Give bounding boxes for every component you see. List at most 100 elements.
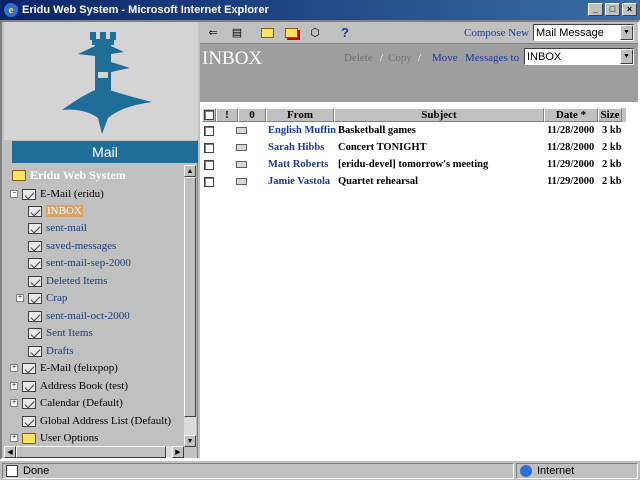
size-header[interactable]: Size <box>598 108 622 122</box>
scroll-up-icon[interactable]: ▲ <box>184 165 196 177</box>
scroll-thumb[interactable] <box>184 177 196 417</box>
tree-item-saved-messages[interactable]: saved-messages <box>28 238 116 254</box>
size-cell: 2 kb <box>602 142 622 153</box>
from-cell[interactable]: English Muffin <box>268 122 336 139</box>
tree-item-crap[interactable]: + Crap <box>16 290 68 306</box>
tree-item-sent-mail[interactable]: sent-mail <box>28 220 87 236</box>
system-name: Eridu Web System <box>30 167 126 182</box>
rename-folder-icon[interactable] <box>282 25 300 41</box>
new-folder-icon[interactable] <box>258 25 276 41</box>
from-cell[interactable]: Sarah Hibbs <box>268 139 336 156</box>
tree-item-address-book[interactable]: + Address Book (test) <box>10 378 128 394</box>
tree-item-label: User Options <box>40 432 99 444</box>
tree-root[interactable]: Eridu Web System <box>12 167 126 183</box>
mail-folder-icon <box>28 222 42 234</box>
date-cell: 11/28/2000 <box>547 125 595 136</box>
tree-item-email-eridu[interactable]: − E-Mail (eridu) <box>10 186 104 202</box>
scroll-left-icon[interactable]: ◀ <box>4 446 16 458</box>
minimize-button[interactable]: _ <box>588 3 603 16</box>
collapse-icon[interactable]: − <box>10 190 18 198</box>
tree-item-label: sent-mail-oct-2000 <box>46 310 130 322</box>
attachment-header[interactable]: 0 <box>238 108 266 122</box>
zone-text: Internet <box>537 465 575 477</box>
size-cell: 2 kb <box>602 159 622 170</box>
forward-icon[interactable]: ▤ <box>228 25 246 41</box>
subject-header[interactable]: Subject <box>334 108 544 122</box>
mail-folder-icon <box>28 275 42 287</box>
title-bar: e Eridu Web System - Microsoft Internet … <box>0 0 640 20</box>
status-bar: Done Internet <box>0 460 640 480</box>
expand-icon[interactable]: + <box>16 294 24 302</box>
scroll-down-icon[interactable]: ▼ <box>184 435 196 447</box>
select-all-checkbox[interactable] <box>204 110 214 120</box>
target-folder-select[interactable]: INBOX ▼ <box>524 48 634 65</box>
table-row[interactable]: Sarah Hibbs Concert TONIGHT 11/28/2000 2… <box>202 139 626 156</box>
tree-item-user-options[interactable]: + User Options <box>10 430 98 446</box>
expand-icon[interactable]: + <box>10 399 18 407</box>
tree-item-sent-mail-oct-2000[interactable]: sent-mail-oct-2000 <box>28 308 130 324</box>
row-checkbox[interactable] <box>204 125 214 136</box>
expand-icon[interactable]: + <box>10 364 18 372</box>
header-bar: ⇐ ▤ ⬡ ? Compose New Mail Message ▼ INBOX… <box>200 22 638 102</box>
compose-new-label[interactable]: Compose New <box>464 27 529 39</box>
chevron-down-icon[interactable]: ▼ <box>620 25 633 40</box>
row-checkbox[interactable] <box>204 176 214 187</box>
maximize-button[interactable]: □ <box>605 3 620 16</box>
table-row[interactable]: Matt Roberts [eridu-devel] tomorrow's me… <box>202 156 626 173</box>
tree-item-email-felixpop[interactable]: + E-Mail (felixpop) <box>10 360 118 376</box>
sidebar-scrollbar[interactable]: ▲ ▼ <box>184 165 196 447</box>
tree-item-label: sent-mail-sep-2000 <box>46 257 131 269</box>
table-row[interactable]: English Muffin Basketball games 11/28/20… <box>202 122 626 139</box>
row-checkbox[interactable] <box>204 142 214 153</box>
tree-item-label: Crap <box>46 292 68 304</box>
compose-type-select[interactable]: Mail Message ▼ <box>533 24 634 41</box>
table-header: ! 0 From Subject Date * Size <box>202 108 626 122</box>
tree-item-inbox[interactable]: INBOX <box>28 203 83 219</box>
hscroll-thumb[interactable] <box>16 446 166 458</box>
subject-cell[interactable]: Concert TONIGHT <box>338 139 544 156</box>
from-cell[interactable]: Matt Roberts <box>268 156 336 173</box>
tree-item-drafts[interactable]: Drafts <box>28 343 74 359</box>
date-header[interactable]: Date * <box>544 108 598 122</box>
table-row[interactable]: Jamie Vastola Quartet rehearsal 11/29/20… <box>202 173 626 190</box>
empty-trash-icon[interactable]: ⬡ <box>306 25 324 41</box>
move-link[interactable]: Move <box>432 52 458 64</box>
envelope-icon <box>236 178 247 185</box>
scroll-right-icon[interactable]: ▶ <box>172 446 184 458</box>
tree-item-label: E-Mail (eridu) <box>40 188 104 200</box>
copy-link[interactable]: Copy <box>388 52 412 64</box>
size-cell: 3 kb <box>602 125 622 136</box>
expand-icon[interactable]: + <box>10 434 18 442</box>
from-header[interactable]: From <box>266 108 334 122</box>
chevron-down-icon[interactable]: ▼ <box>620 49 633 64</box>
from-cell[interactable]: Jamie Vastola <box>268 173 336 190</box>
tree-item-calendar[interactable]: + Calendar (Default) <box>10 395 123 411</box>
tree-item-sent-mail-sep-2000[interactable]: sent-mail-sep-2000 <box>28 255 131 271</box>
priority-header[interactable]: ! <box>216 108 238 122</box>
mail-folder-icon <box>28 292 42 304</box>
help-icon[interactable]: ? <box>336 25 354 41</box>
ie-icon: e <box>4 3 18 17</box>
subject-cell[interactable]: Quartet rehearsal <box>338 173 544 190</box>
separator: / <box>380 52 384 64</box>
subject-cell[interactable]: Basketball games <box>338 122 544 139</box>
globe-icon <box>520 465 532 477</box>
mail-folder-icon <box>28 327 42 339</box>
expand-icon[interactable]: + <box>10 382 18 390</box>
tree-item-deleted-items[interactable]: Deleted Items <box>28 273 107 289</box>
folder-icon <box>22 432 36 444</box>
row-checkbox[interactable] <box>204 159 214 170</box>
message-pane: ⇐ ▤ ⬡ ? Compose New Mail Message ▼ INBOX… <box>200 22 638 458</box>
tree-item-label: INBOX <box>46 205 83 217</box>
mail-folder-icon <box>28 310 42 322</box>
tree-item-sent-items[interactable]: Sent Items <box>28 325 93 341</box>
close-button[interactable]: × <box>622 3 637 16</box>
messages-to-label: Messages to <box>465 52 520 64</box>
tree-item-global-address-list[interactable]: Global Address List (Default) <box>22 413 171 429</box>
subject-cell[interactable]: [eridu-devel] tomorrow's meeting <box>338 156 544 173</box>
target-folder-value: INBOX <box>527 50 562 63</box>
reply-icon[interactable]: ⇐ <box>204 25 222 41</box>
select-all-header[interactable] <box>202 108 216 122</box>
delete-link[interactable]: Delete <box>344 52 373 64</box>
sidebar-hscrollbar[interactable]: ◀ ▶ <box>4 446 184 458</box>
